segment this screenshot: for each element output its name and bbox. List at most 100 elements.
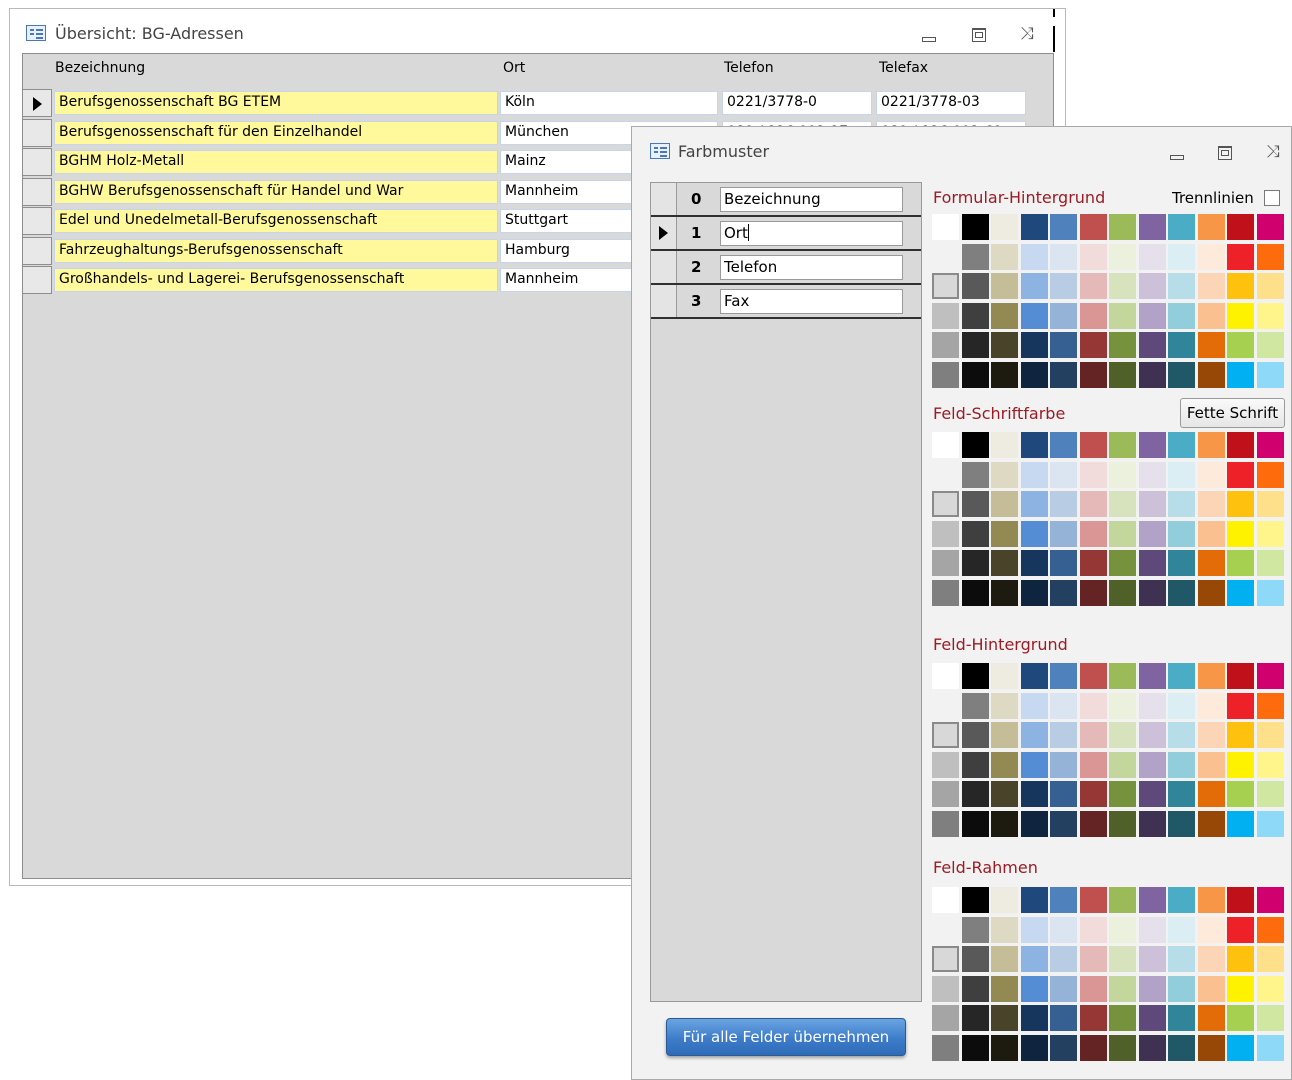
color-swatch[interactable] [932, 887, 959, 913]
color-swatch[interactable] [1050, 273, 1077, 299]
color-swatch[interactable] [1168, 946, 1195, 972]
color-swatch[interactable] [932, 810, 959, 837]
color-swatch[interactable] [1050, 751, 1077, 778]
color-swatch[interactable] [991, 946, 1018, 972]
color-swatch[interactable] [1109, 550, 1136, 576]
color-swatch[interactable] [1138, 520, 1166, 547]
color-swatch[interactable] [1197, 1005, 1225, 1031]
color-swatch[interactable] [991, 214, 1018, 240]
color-swatch[interactable] [961, 692, 989, 719]
color-swatch[interactable] [932, 550, 959, 576]
record-selector[interactable] [23, 236, 52, 265]
color-swatch[interactable] [991, 361, 1018, 388]
color-swatch[interactable] [1197, 302, 1225, 329]
color-swatch[interactable] [991, 1034, 1018, 1061]
color-swatch[interactable] [991, 461, 1018, 488]
color-swatch[interactable] [932, 663, 959, 689]
color-swatch[interactable] [1168, 722, 1195, 748]
color-swatch[interactable] [1227, 332, 1254, 358]
color-swatch[interactable] [1050, 243, 1077, 270]
color-swatch[interactable] [932, 579, 959, 606]
color-swatch[interactable] [1197, 975, 1225, 1002]
color-swatch[interactable] [932, 432, 959, 458]
color-swatch[interactable] [961, 751, 989, 778]
color-swatch[interactable] [1197, 214, 1225, 240]
restore-icon[interactable] [967, 23, 989, 45]
minimize-icon[interactable] [917, 23, 939, 45]
color-swatch[interactable] [932, 1034, 959, 1061]
color-swatch[interactable] [1079, 461, 1107, 488]
color-swatch[interactable] [1227, 663, 1254, 689]
color-swatch[interactable] [1050, 1005, 1077, 1031]
color-swatch[interactable] [1227, 722, 1254, 748]
color-swatch[interactable] [932, 491, 959, 517]
color-swatch[interactable] [1197, 432, 1225, 458]
color-swatch[interactable] [1109, 520, 1136, 547]
color-swatch[interactable] [1020, 810, 1048, 837]
color-swatch[interactable] [932, 361, 959, 388]
color-swatch[interactable] [1197, 1034, 1225, 1061]
color-swatch[interactable] [1227, 1005, 1254, 1031]
color-swatch[interactable] [932, 975, 959, 1002]
color-swatch[interactable] [1227, 751, 1254, 778]
color-swatch[interactable] [961, 550, 989, 576]
color-swatch[interactable] [1256, 332, 1284, 358]
color-swatch[interactable] [1256, 550, 1284, 576]
color-swatch[interactable] [1256, 491, 1284, 517]
color-swatch[interactable] [961, 432, 989, 458]
color-swatch[interactable] [1227, 432, 1254, 458]
color-swatch[interactable] [932, 946, 959, 972]
cell-bezeichnung[interactable]: BGHW Berufsgenossenschaft für Handel und… [54, 179, 498, 204]
color-swatch[interactable] [1138, 302, 1166, 329]
color-swatch[interactable] [1256, 887, 1284, 913]
color-swatch[interactable] [1020, 332, 1048, 358]
color-swatch[interactable] [1050, 491, 1077, 517]
color-swatch[interactable] [1197, 810, 1225, 837]
color-swatch[interactable] [1109, 946, 1136, 972]
color-swatch[interactable] [1138, 432, 1166, 458]
color-swatch[interactable] [1050, 781, 1077, 807]
color-swatch[interactable] [1256, 214, 1284, 240]
color-swatch[interactable] [1256, 432, 1284, 458]
color-swatch[interactable] [1168, 579, 1195, 606]
color-swatch[interactable] [932, 916, 959, 943]
color-swatch[interactable] [1079, 887, 1107, 913]
close-icon[interactable]: ⤨ [1262, 141, 1284, 163]
color-swatch[interactable] [1256, 810, 1284, 837]
color-swatch[interactable] [1138, 692, 1166, 719]
color-swatch[interactable] [1020, 946, 1048, 972]
color-swatch[interactable] [991, 520, 1018, 547]
color-swatch[interactable] [1020, 432, 1048, 458]
field-row[interactable]: 1 Ort [651, 217, 921, 251]
color-swatch[interactable] [1168, 810, 1195, 837]
color-swatch[interactable] [1109, 302, 1136, 329]
color-swatch[interactable] [1227, 692, 1254, 719]
color-swatch[interactable] [1020, 1005, 1048, 1031]
column-header-bezeichnung[interactable]: Bezeichnung [55, 60, 145, 76]
color-swatch[interactable] [1079, 302, 1107, 329]
color-swatch[interactable] [1138, 810, 1166, 837]
cell-bezeichnung[interactable]: Edel und Unedelmetall-Berufsgenossenscha… [54, 209, 498, 233]
color-swatch[interactable] [991, 663, 1018, 689]
color-swatch[interactable] [991, 432, 1018, 458]
color-swatch[interactable] [1138, 663, 1166, 689]
color-swatch[interactable] [961, 579, 989, 606]
color-swatch[interactable] [1138, 361, 1166, 388]
color-swatch[interactable] [1168, 273, 1195, 299]
color-swatch[interactable] [1197, 520, 1225, 547]
color-swatch[interactable] [1256, 663, 1284, 689]
color-swatch[interactable] [1227, 1034, 1254, 1061]
color-swatch[interactable] [991, 579, 1018, 606]
color-swatch[interactable] [1197, 243, 1225, 270]
color-swatch[interactable] [991, 692, 1018, 719]
color-swatch[interactable] [1197, 332, 1225, 358]
color-swatch[interactable] [1079, 1005, 1107, 1031]
color-swatch[interactable] [1197, 461, 1225, 488]
color-swatch[interactable] [932, 520, 959, 547]
color-swatch[interactable] [1079, 214, 1107, 240]
color-swatch[interactable] [932, 243, 959, 270]
color-swatch[interactable] [991, 810, 1018, 837]
color-swatch[interactable] [1020, 550, 1048, 576]
color-swatch[interactable] [1227, 520, 1254, 547]
color-swatch[interactable] [1256, 975, 1284, 1002]
